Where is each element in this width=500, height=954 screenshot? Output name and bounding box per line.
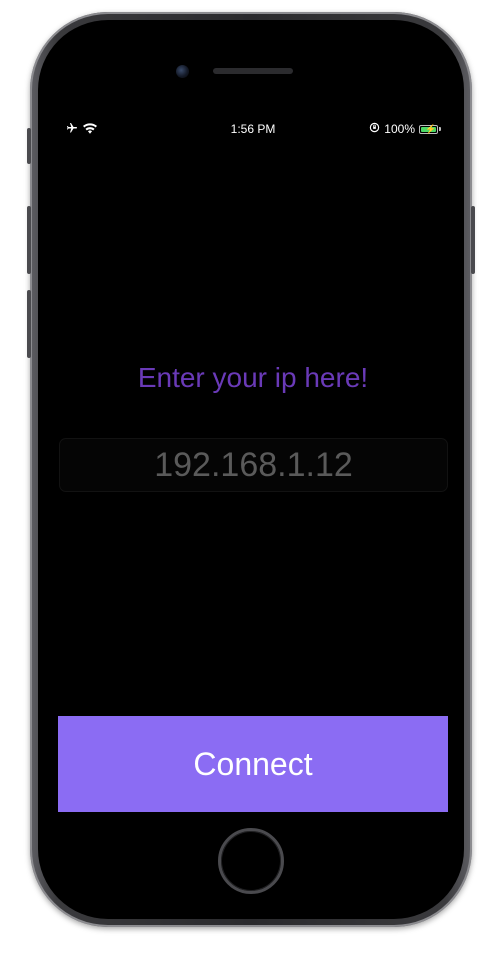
earpiece-speaker xyxy=(213,68,293,74)
ip-address-input[interactable] xyxy=(60,439,447,491)
home-button[interactable] xyxy=(218,828,284,894)
status-bar: 1:56 PM 100% ⚡ xyxy=(58,114,448,144)
volume-down-button xyxy=(27,290,31,358)
power-button xyxy=(471,206,475,274)
front-camera xyxy=(176,65,189,78)
orientation-lock-icon xyxy=(369,122,380,136)
battery-percent: 100% xyxy=(384,122,415,136)
connect-button[interactable]: Connect xyxy=(58,716,448,812)
mute-switch xyxy=(27,128,31,164)
ip-prompt-label: Enter your ip here! xyxy=(137,362,369,393)
battery-cap xyxy=(439,127,441,131)
charging-bolt-icon: ⚡ xyxy=(425,123,437,134)
battery-charging-icon: ⚡ xyxy=(419,123,438,134)
volume-up-button xyxy=(27,206,31,274)
app-screen: 1:56 PM 100% ⚡ Enter your ip here! Conne… xyxy=(58,114,448,814)
ip-input-container xyxy=(60,439,447,491)
status-right: 100% ⚡ xyxy=(369,122,441,136)
